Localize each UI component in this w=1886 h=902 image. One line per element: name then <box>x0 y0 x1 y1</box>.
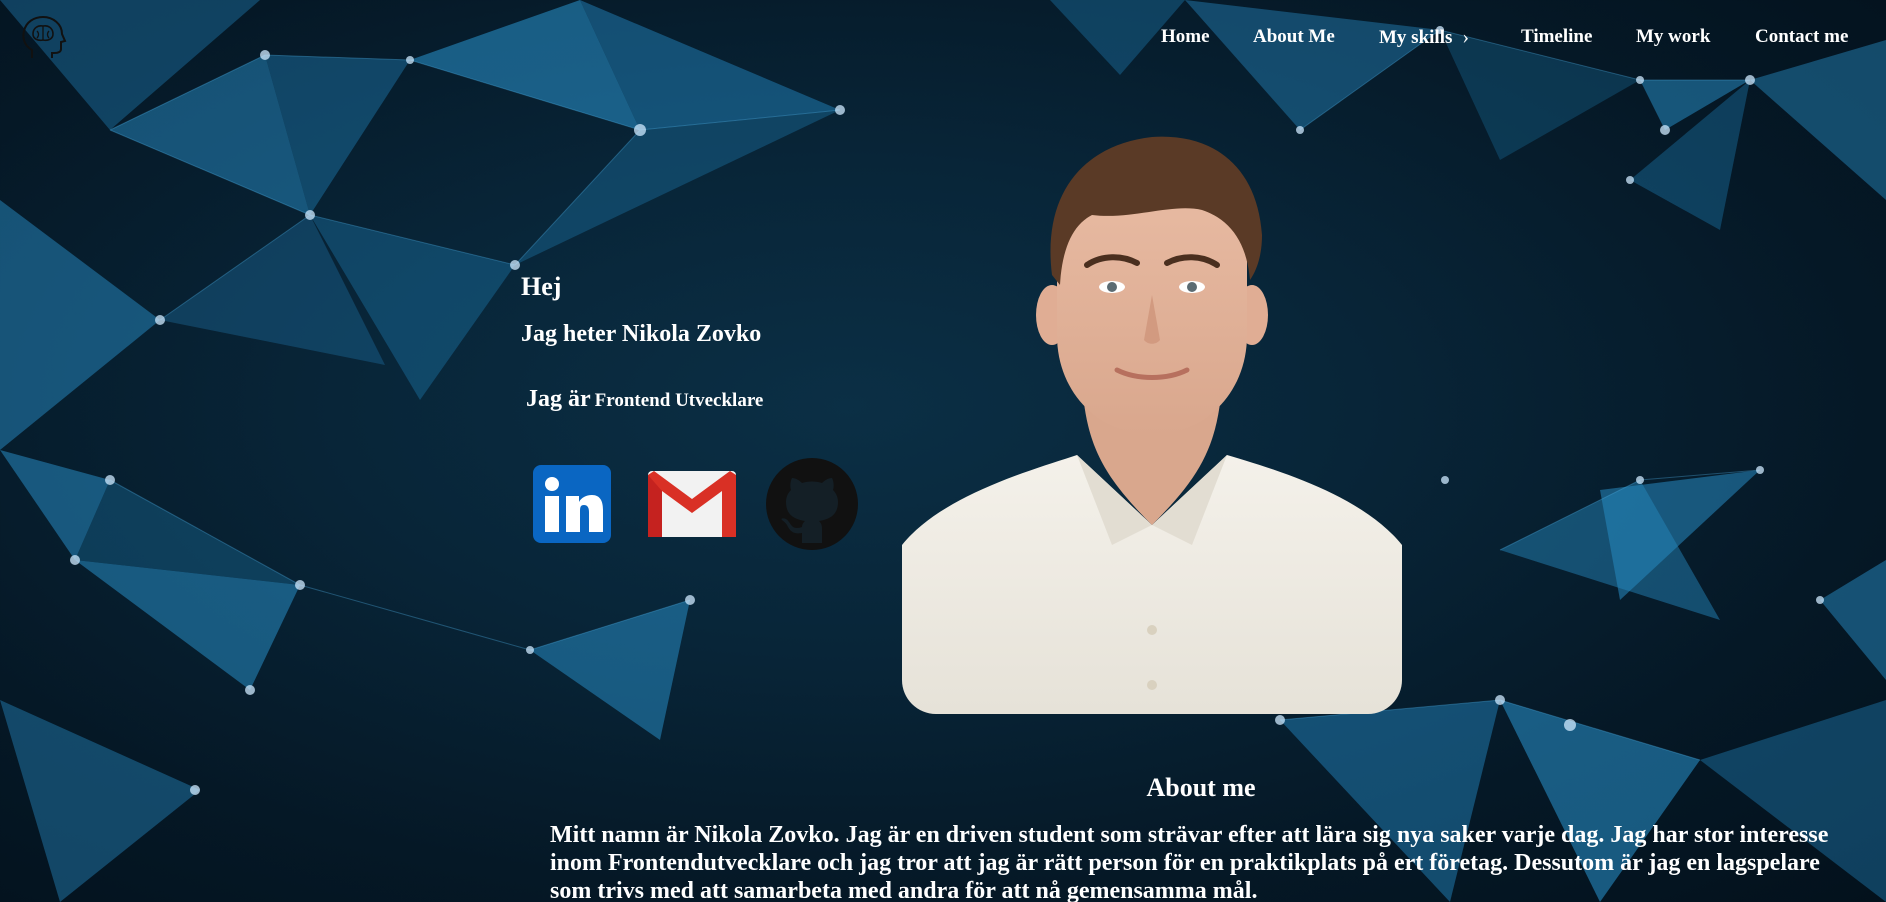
about-heading-text: About me <box>1146 773 1256 802</box>
gmail-icon[interactable] <box>646 467 738 541</box>
nav-timeline[interactable]: Timeline <box>1521 26 1592 48</box>
hero-role: Jag är Frontend Utvecklare <box>526 386 763 413</box>
hero-greeting: Hej <box>521 272 562 301</box>
nav-contact-me[interactable]: Contact me <box>1755 26 1848 48</box>
role-prefix: Jag är <box>526 386 591 412</box>
nav-my-skills[interactable]: My skills › <box>1379 26 1469 49</box>
nav-my-work[interactable]: My work <box>1636 26 1710 48</box>
nav-about-me[interactable]: About Me <box>1253 26 1335 48</box>
profile-photo <box>902 136 1402 714</box>
main-navigation: Home About Me My skills › Timeline My wor… <box>0 26 1886 56</box>
github-icon[interactable] <box>765 457 859 551</box>
nav-home[interactable]: Home <box>1161 26 1210 48</box>
linkedin-icon[interactable] <box>533 465 611 543</box>
hero-name: Jag heter Nikola Zovko <box>521 321 762 347</box>
nav-my-skills-label: My skills <box>1379 27 1453 48</box>
about-body: Mitt namn är Nikola Zovko. Jag är en dri… <box>550 822 1829 902</box>
chevron-right-icon: › <box>1462 26 1470 48</box>
role-title: Frontend Utvecklare <box>594 390 764 411</box>
